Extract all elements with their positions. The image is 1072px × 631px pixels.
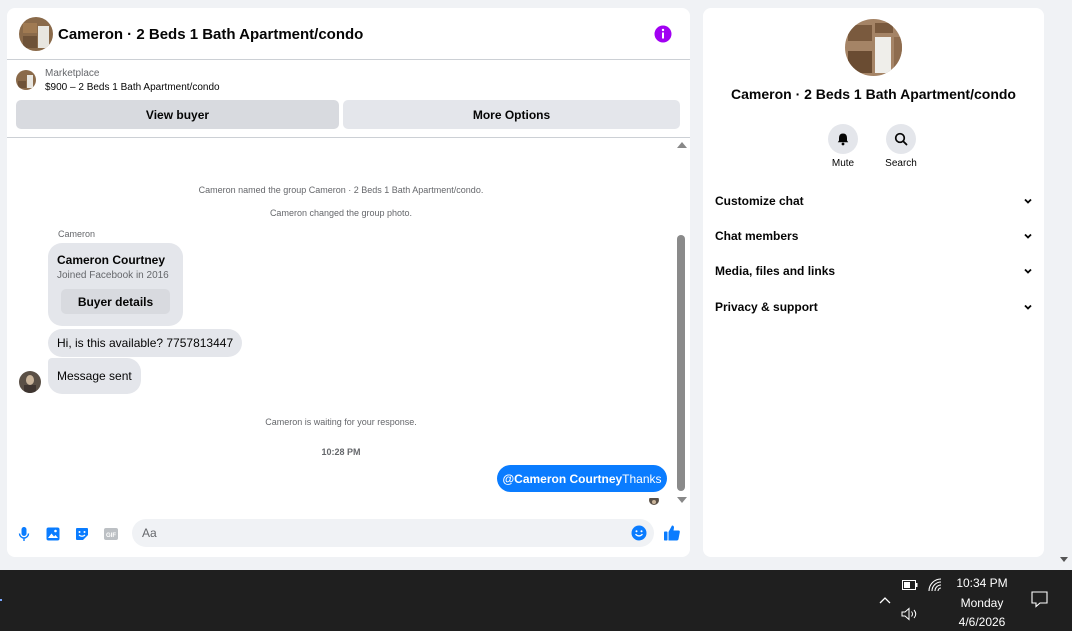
buyer-joined: Joined Facebook in 2016 — [57, 270, 169, 281]
message-list: Cameron named the group Cameron · 2 Beds… — [7, 139, 690, 509]
search-label: Search — [885, 158, 917, 169]
chevron-down-icon — [1024, 233, 1032, 239]
listing-thumbnail[interactable] — [16, 70, 36, 90]
battery-icon[interactable] — [902, 580, 918, 590]
view-buyer-button[interactable]: View buyer — [16, 100, 339, 129]
notification-center-icon[interactable] — [1031, 591, 1048, 608]
message-input[interactable] — [132, 519, 654, 547]
sticker-icon[interactable] — [74, 526, 90, 542]
incoming-message[interactable]: Message sent — [48, 358, 141, 394]
scroll-thumb[interactable] — [677, 235, 685, 491]
gif-icon[interactable]: GIF — [103, 526, 119, 542]
section-label: Customize chat — [715, 194, 804, 208]
mute-label: Mute — [831, 158, 855, 169]
chevron-down-icon — [1024, 268, 1032, 274]
chevron-down-icon — [1024, 198, 1032, 204]
svg-text:GIF: GIF — [106, 533, 116, 539]
clock-day: Monday — [960, 595, 1004, 610]
taskbar-edge-indicator — [0, 599, 2, 601]
system-clock[interactable]: 10:34 PM Monday 4/6/2026 — [950, 574, 1014, 631]
group-photo[interactable] — [845, 19, 902, 76]
network-icon[interactable] — [928, 578, 942, 592]
clock-date: 4/6/2026 — [958, 615, 1006, 629]
buyer-name: Cameron Courtney — [57, 253, 166, 267]
chat-info-panel: Cameron · 2 Beds 1 Bath Apartment/condo … — [703, 8, 1044, 557]
buyer-details-button[interactable]: Buyer details — [61, 289, 170, 314]
seen-indicator-avatar — [649, 495, 659, 505]
scroll-down-arrow-icon[interactable] — [677, 497, 687, 503]
message-scrollbar[interactable] — [675, 139, 688, 509]
outgoing-message[interactable]: @Cameron Courtney Thanks — [497, 465, 667, 492]
section-privacy-support[interactable]: Privacy & support — [715, 294, 1033, 320]
bell-icon — [837, 133, 849, 146]
info-icon[interactable] — [654, 25, 672, 43]
message-composer: GIF — [7, 513, 690, 557]
page-scroll-down-icon[interactable] — [1060, 557, 1068, 562]
system-message-waiting: Cameron is waiting for your response. — [265, 417, 417, 427]
sender-name: Cameron — [58, 229, 96, 239]
volume-icon[interactable] — [901, 607, 919, 621]
buyer-card: Cameron Courtney Joined Facebook in 2016… — [48, 243, 183, 326]
chat-header: Cameron · 2 Beds 1 Bath Apartment/condo — [7, 8, 690, 60]
marketplace-listing: Marketplace $900 – 2 Beds 1 Bath Apartme… — [7, 60, 690, 138]
listing-kind: Marketplace — [45, 68, 100, 79]
outgoing-text: Thanks — [622, 471, 662, 486]
windows-taskbar: 10:34 PM Monday 4/6/2026 — [0, 570, 1072, 631]
section-media-files-links[interactable]: Media, files and links — [715, 258, 1033, 284]
group-avatar[interactable] — [19, 17, 53, 51]
chat-title: Cameron · 2 Beds 1 Bath Apartment/condo — [58, 26, 364, 43]
system-message-photo: Cameron changed the group photo. — [269, 208, 413, 218]
section-label: Media, files and links — [715, 264, 836, 278]
search-button[interactable]: Search — [876, 124, 926, 169]
search-icon — [894, 132, 908, 146]
section-label: Chat members — [715, 229, 799, 243]
message-timestamp: 10:28 PM — [321, 447, 361, 457]
show-hidden-icons-chevron-icon[interactable] — [879, 596, 891, 604]
listing-price-title[interactable]: $900 – 2 Beds 1 Bath Apartment/condo — [45, 82, 220, 93]
system-message-rename: Cameron named the group Cameron · 2 Beds… — [198, 185, 484, 195]
info-title: Cameron · 2 Beds 1 Bath Apartment/condo — [731, 86, 1016, 102]
microphone-icon[interactable] — [16, 526, 32, 542]
chat-panel: Cameron · 2 Beds 1 Bath Apartment/condo … — [7, 8, 690, 557]
like-icon[interactable] — [663, 524, 681, 542]
sender-avatar[interactable] — [19, 371, 41, 393]
scroll-up-arrow-icon[interactable] — [677, 142, 687, 148]
more-options-button[interactable]: More Options — [343, 100, 680, 129]
image-icon[interactable] — [45, 526, 61, 542]
chevron-down-icon — [1024, 304, 1032, 310]
mute-button[interactable]: Mute — [818, 124, 868, 169]
section-customize-chat[interactable]: Customize chat — [715, 188, 1033, 214]
section-chat-members[interactable]: Chat members — [715, 223, 1033, 249]
incoming-message[interactable]: Hi, is this available? 7757813447 — [48, 329, 243, 357]
section-label: Privacy & support — [715, 300, 818, 314]
emoji-icon[interactable] — [631, 525, 647, 541]
mention[interactable]: @Cameron Courtney — [502, 472, 622, 486]
clock-time: 10:34 PM — [956, 576, 1008, 590]
